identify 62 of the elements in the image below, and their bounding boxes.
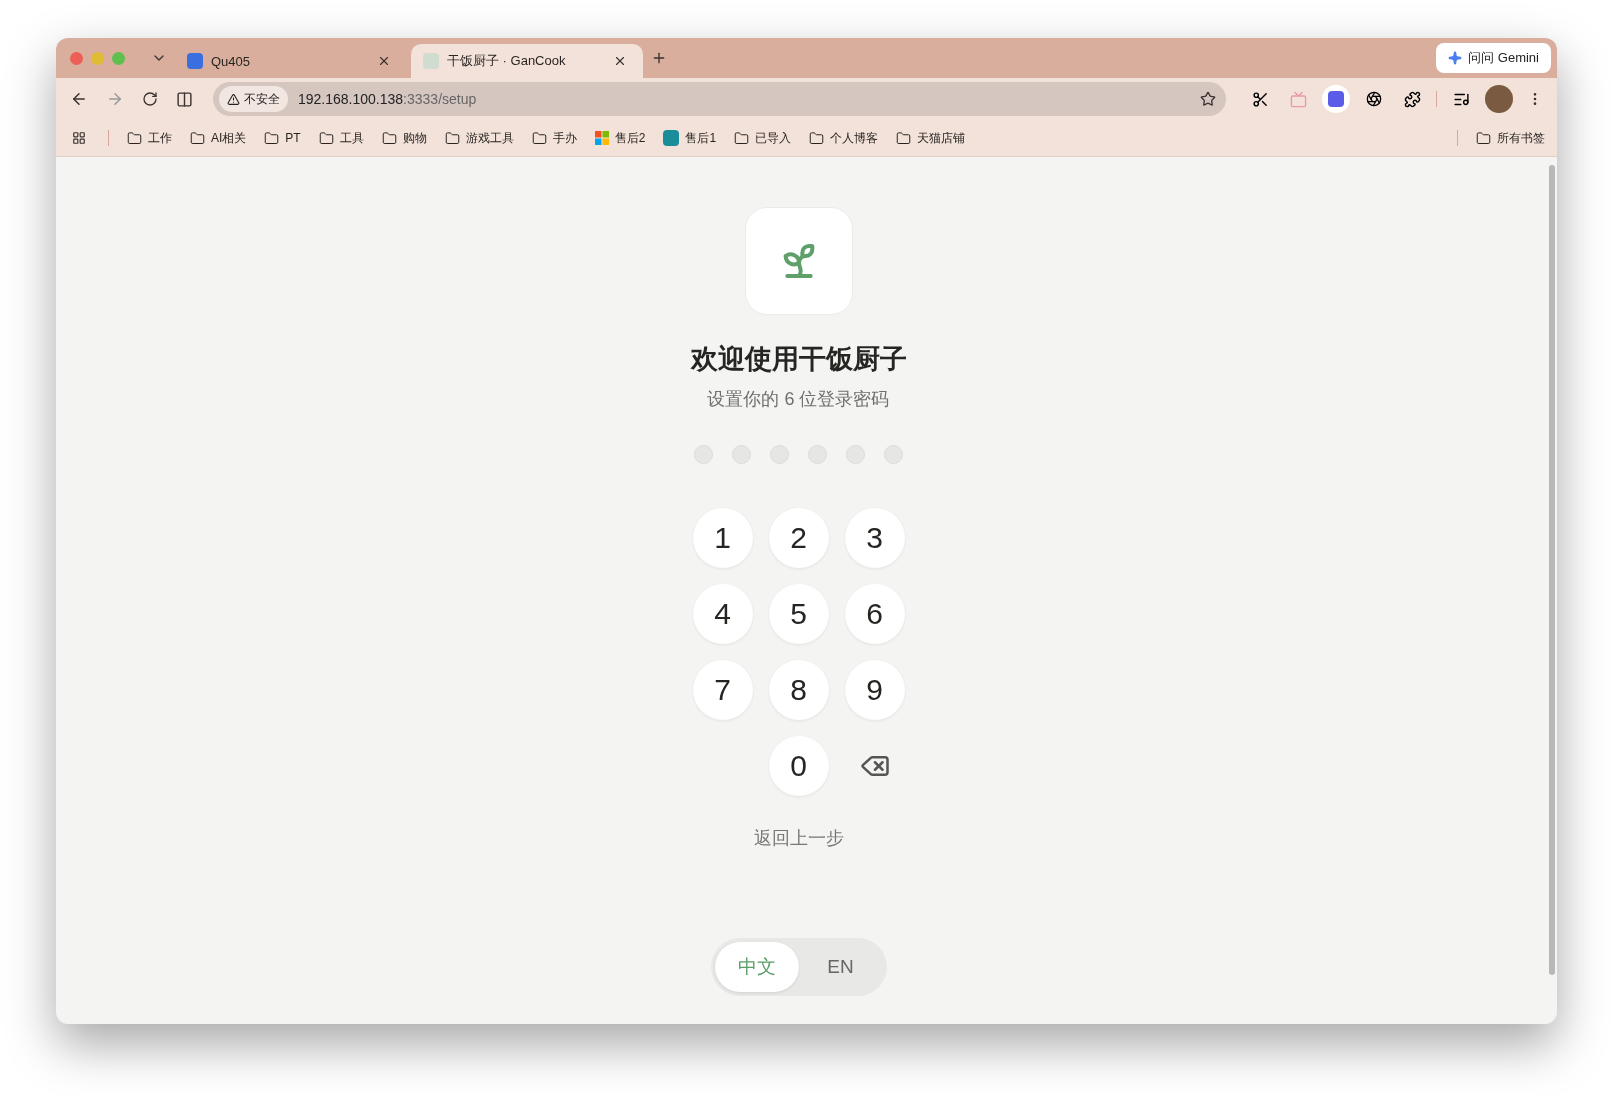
bookmark-item[interactable]: 天猫店铺 [896, 129, 966, 147]
folder-icon [127, 130, 142, 146]
keypad-key[interactable]: 7 [692, 660, 753, 720]
forward-arrow-icon [106, 90, 124, 108]
browser-tab[interactable]: 干饭厨子 · GanCook [411, 44, 643, 78]
tiles-icon [594, 131, 609, 145]
bookmark-item[interactable]: 工作 [127, 129, 172, 147]
split-view-icon [176, 90, 193, 108]
plus-icon [651, 50, 667, 66]
keypad-key[interactable]: 4 [692, 584, 753, 644]
reload-icon [142, 91, 158, 107]
bookmark-item[interactable]: 售后1 [663, 129, 717, 147]
folder-icon [1476, 130, 1491, 146]
keypad-key[interactable]: 6 [844, 584, 905, 644]
setup-subtitle: 设置你的 6 位登录密码 [707, 388, 890, 411]
keypad-key[interactable]: 9 [844, 660, 905, 720]
grid-icon [72, 131, 86, 145]
all-bookmarks[interactable]: 所有书签 [1476, 129, 1545, 147]
sparkle-icon [1448, 51, 1463, 65]
bookmark-item[interactable]: 个人博客 [809, 129, 879, 147]
keypad-key[interactable]: 0 [768, 736, 829, 796]
site-icon [423, 53, 439, 69]
d-extension-icon[interactable] [1322, 85, 1350, 113]
security-chip[interactable]: 不安全 [219, 86, 288, 112]
folder-icon [734, 130, 750, 146]
bookmark-item[interactable]: 购物 [381, 129, 427, 147]
close-icon [613, 54, 627, 68]
close-icon [377, 54, 391, 68]
welcome-title: 欢迎使用干饭厨子 [690, 343, 907, 376]
warning-icon [227, 92, 240, 106]
address-bar[interactable]: 不安全 192.168.100.138:3333/setup [213, 82, 1226, 116]
folder-icon [318, 130, 334, 146]
folder-icon [531, 130, 547, 146]
bookmark-item[interactable]: 游戏工具 [444, 129, 514, 147]
bookmark-item[interactable]: 手办 [531, 129, 577, 147]
bookmark-item[interactable]: PT [264, 130, 301, 146]
site-icon [663, 130, 680, 146]
keypad-key[interactable]: 3 [844, 508, 905, 568]
tab-title: 干饭厨子 · GanCook [447, 52, 567, 70]
bookmark-item[interactable]: AI相关 [190, 129, 247, 147]
folder-icon [444, 130, 460, 146]
bookmark-item[interactable]: 售后2 [594, 129, 646, 147]
avatar-icon[interactable] [1485, 85, 1513, 113]
tab-title: Qu405 [211, 53, 252, 69]
star-icon [1200, 91, 1216, 107]
folder-icon [381, 130, 397, 146]
folder-icon [896, 130, 912, 146]
keypad-key[interactable]: 2 [768, 508, 829, 568]
folder-icon [809, 130, 825, 146]
folder-icon [190, 130, 205, 146]
gemini-button[interactable]: 问问 Gemini [1436, 43, 1551, 73]
keypad-key[interactable]: 1 [692, 508, 753, 568]
back-link[interactable]: 返回上一步 [753, 826, 844, 850]
language-option[interactable]: EN [798, 942, 883, 992]
bookmark-item[interactable]: 工具 [318, 129, 364, 147]
folder-icon [264, 130, 280, 146]
keypad-key[interactable]: 5 [768, 584, 829, 644]
url-text: 192.168.100.138:3333/setup [298, 91, 478, 107]
app-icon [187, 53, 203, 69]
browser-tab[interactable]: Qu405 [175, 44, 407, 78]
keypad-key[interactable]: 8 [768, 660, 829, 720]
bookmark-item[interactable]: 已导入 [734, 129, 792, 147]
